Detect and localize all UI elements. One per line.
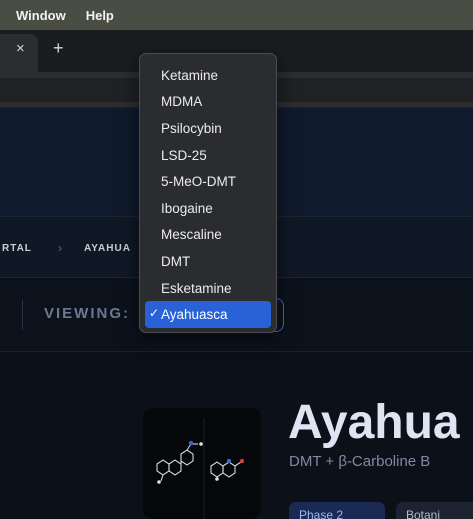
option-label: MDMA [161,94,203,110]
close-tab-icon[interactable]: × [16,40,25,57]
dropdown-option[interactable]: Ketamine [140,62,276,89]
menu-window[interactable]: Window [16,8,66,23]
option-label: DMT [161,253,191,269]
molecule-structure-image [143,408,261,519]
dropdown-option[interactable]: 5-MeO-DMT [140,168,276,195]
option-label: 5-MeO-DMT [161,174,236,190]
dropdown-option[interactable]: MDMA [140,89,276,116]
option-label: Esketamine [161,280,232,296]
viewing-label: VIEWING: [44,305,130,322]
breadcrumb-separator-icon: › [58,241,62,255]
option-label: Psilocybin [161,120,222,136]
new-tab-icon[interactable]: + [53,38,64,59]
drug-title: Ayahua [288,396,460,449]
menu-bar: Window Help [0,0,473,30]
option-label: Ketamine [161,67,219,83]
divider [22,300,23,330]
molecule-icon [156,418,245,519]
checkmark-icon: ✓ [149,306,160,321]
drug-subtitle: DMT + β-Carboline B [289,453,431,470]
category-badge[interactable]: Botani [396,502,473,519]
dropdown-option-selected[interactable]: ✓ Ayahuasca [145,301,271,328]
phase-badge[interactable]: Phase 2 [289,502,385,519]
dropdown-option[interactable]: DMT [140,248,276,275]
option-label: Mescaline [161,227,222,243]
option-label: Ayahuasca [161,307,228,323]
dropdown-option[interactable]: Esketamine [140,275,276,302]
dropdown-option[interactable]: Mescaline [140,222,276,249]
breadcrumb-current: AYAHUA [84,243,131,254]
dropdown-option[interactable]: LSD-25 [140,142,276,169]
option-label: Ibogaine [161,200,213,216]
breadcrumb-portal[interactable]: RTAL [2,243,32,254]
dropdown-option[interactable]: Ibogaine [140,195,276,222]
option-label: LSD-25 [161,147,207,163]
dropdown-option[interactable]: Psilocybin [140,115,276,142]
menu-help[interactable]: Help [86,8,114,23]
substance-dropdown-menu: Ketamine MDMA Psilocybin LSD-25 5-MeO-DM… [139,53,277,333]
